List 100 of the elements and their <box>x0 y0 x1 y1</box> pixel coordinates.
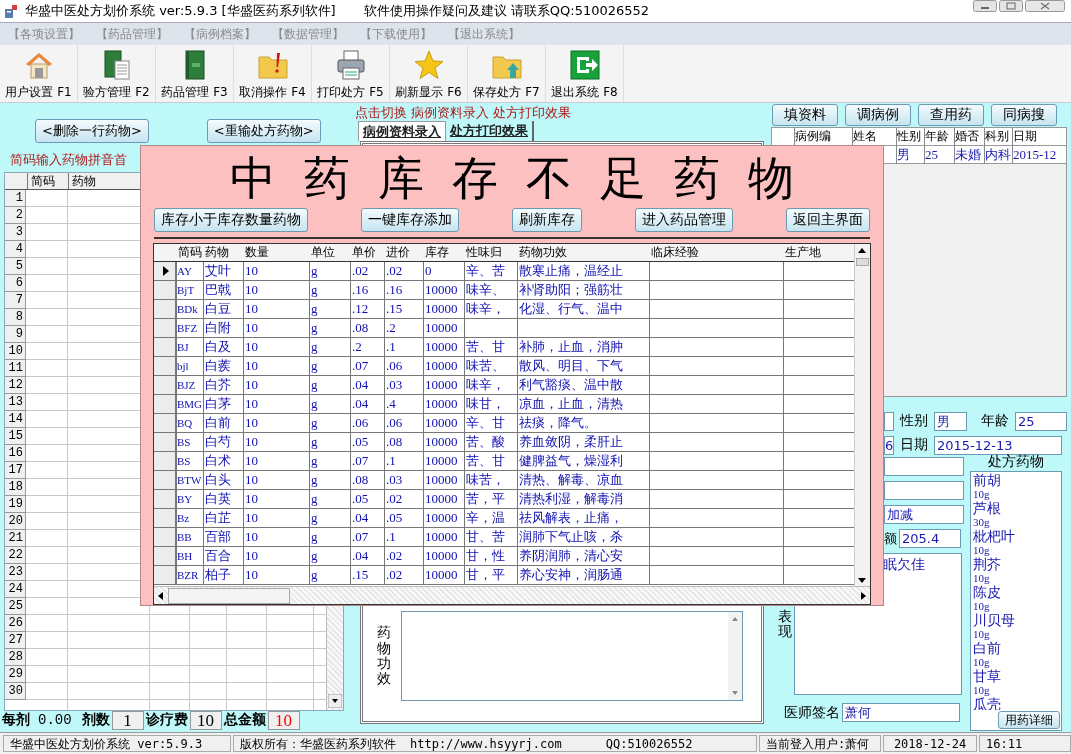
toolbar-button[interactable]: 刷新显示 F6 <box>390 45 468 102</box>
input-field[interactable]: 205.4 <box>899 529 961 548</box>
table-cell: 内科 <box>985 147 1011 162</box>
dialog-button[interactable]: 库存小于库存数量药物 <box>154 208 308 232</box>
toolbar-button[interactable]: 验方管理 F2 <box>78 45 156 102</box>
column-header: 库存 <box>425 245 449 259</box>
action-button[interactable]: <重输处方药物> <box>206 119 321 143</box>
dialog-button[interactable]: 一键库存添加 <box>361 208 459 232</box>
status-link[interactable]: http://www.hsyyrj.com <box>410 736 562 751</box>
input-field[interactable]: 萧何 <box>842 703 960 722</box>
table-cell: 10000 <box>425 548 458 563</box>
table-cell: .08 <box>352 472 369 487</box>
row-selector[interactable] <box>154 262 176 281</box>
row-number: 2 <box>5 207 26 224</box>
table-cell: .02 <box>386 567 403 582</box>
table-cell: 凉血，止血，清热 <box>519 396 623 411</box>
input-field[interactable]: 2015-12-13 <box>934 435 1062 455</box>
column-header: 药物 <box>68 173 96 189</box>
input-field[interactable] <box>884 481 964 500</box>
table-cell: g <box>311 434 318 449</box>
table-cell: 白头 <box>205 472 231 487</box>
scrollbar-thumb[interactable] <box>856 258 869 266</box>
table-cell: BjT <box>177 284 195 296</box>
window-title: 华盛中医处方划价系统 ver:5.9.3 [华盛医药系列软件] <box>25 2 336 20</box>
action-button[interactable]: 调病例 <box>845 104 911 126</box>
table-cell: 补肺，止血，消肿 <box>519 339 623 354</box>
table-cell: 健脾益气，燥湿利 <box>519 453 623 468</box>
table-cell: 百合 <box>205 548 231 563</box>
table-cell: .4 <box>386 396 396 411</box>
column-header: 性别 <box>897 129 921 143</box>
row-number: 5 <box>5 258 26 275</box>
table-cell: 白前 <box>205 415 231 430</box>
toolbar-button[interactable]: 退出系统 F8 <box>546 45 624 102</box>
table-cell: BS <box>177 436 191 448</box>
table-cell: 养心安神，润肠通 <box>519 567 623 582</box>
input-field[interactable]: 25 <box>1015 411 1067 431</box>
table-cell: 10 <box>245 472 258 487</box>
table-cell: .06 <box>386 358 403 373</box>
table-cell: 利气豁痰、温中散 <box>519 377 623 392</box>
input-field[interactable] <box>884 411 894 431</box>
column-header: 药物功效 <box>519 245 567 259</box>
input-field[interactable] <box>884 457 964 476</box>
close-icon[interactable] <box>1025 0 1065 12</box>
status-text: 2018-12-24 <box>883 735 977 752</box>
toolbar-button[interactable]: 用户设置 F1 <box>0 45 78 102</box>
input-field[interactable]: 加减 <box>884 505 964 524</box>
table-cell: .2 <box>386 320 396 335</box>
scroll-down-icon[interactable] <box>328 694 342 708</box>
table-cell: 10 <box>245 548 258 563</box>
table-cell: 10 <box>245 301 258 316</box>
minimize-icon[interactable] <box>973 0 997 12</box>
table-cell: 白英 <box>205 491 231 506</box>
action-button[interactable]: 填资料 <box>772 104 838 126</box>
table-cell: .07 <box>352 453 369 468</box>
dialog-button[interactable]: 返回主界面 <box>786 208 870 232</box>
action-button[interactable]: <删除一行药物> <box>35 119 149 143</box>
scrollbar[interactable] <box>154 586 870 604</box>
table-cell: g <box>311 567 318 582</box>
scrollbar[interactable] <box>854 244 870 587</box>
list-title: 处方药物 <box>988 453 1044 471</box>
dialog-button[interactable]: 进入药品管理 <box>635 208 733 232</box>
table-cell: g <box>311 301 318 316</box>
table-cell: 25 <box>925 147 938 162</box>
table-cell: 养血敛阴，柔肝止 <box>519 434 623 449</box>
toolbar-button[interactable]: 保存处方 F7 <box>468 45 546 102</box>
table-cell: 10000 <box>425 301 458 316</box>
maximize-icon[interactable] <box>999 0 1023 12</box>
detail-button[interactable]: 用药详细 <box>998 711 1060 729</box>
table-cell: .02 <box>386 548 403 563</box>
table-cell: .02 <box>352 263 369 278</box>
herb-name: 枇杷叶 <box>973 528 1016 544</box>
table-cell: 10 <box>245 510 258 525</box>
field-label: 性别 <box>900 412 928 430</box>
row-number: 11 <box>5 360 26 377</box>
table-cell: 10000 <box>425 415 458 430</box>
table-cell: bjl <box>177 360 189 372</box>
table-cell: 10 <box>245 434 258 449</box>
field-label: 日期 <box>900 436 928 454</box>
table-cell: 散风、明目、下气 <box>519 358 623 373</box>
action-button[interactable]: 查用药 <box>918 104 984 126</box>
table-cell: g <box>311 377 318 392</box>
toolbar-button[interactable]: 打印处方 F5 <box>312 45 390 102</box>
input-field[interactable]: 男 <box>934 411 967 431</box>
herb-dose: 10g <box>973 572 990 584</box>
table-cell: BH <box>177 550 193 562</box>
column-header: 简码 <box>27 173 68 189</box>
summary-label: 剂数 <box>81 711 110 729</box>
dialog-button[interactable]: 刷新库存 <box>512 208 582 232</box>
tab[interactable]: 病例资料录入 <box>358 121 446 141</box>
row-number: 10 <box>5 343 26 360</box>
toolbar-button[interactable]: 取消操作 F4 <box>234 45 312 102</box>
table-cell: g <box>311 453 318 468</box>
table-cell: 男 <box>897 147 910 162</box>
action-button[interactable]: 同病搜 <box>991 104 1057 126</box>
row-number: 21 <box>5 530 26 547</box>
toolbar-button[interactable]: 药品管理 F3 <box>156 45 234 102</box>
table-cell: .05 <box>352 491 369 506</box>
table-cell: 10000 <box>425 358 458 373</box>
status-text: 华盛中医处方划价系统 ver:5.9.3 <box>3 735 231 752</box>
table-cell: 白术 <box>205 453 231 468</box>
